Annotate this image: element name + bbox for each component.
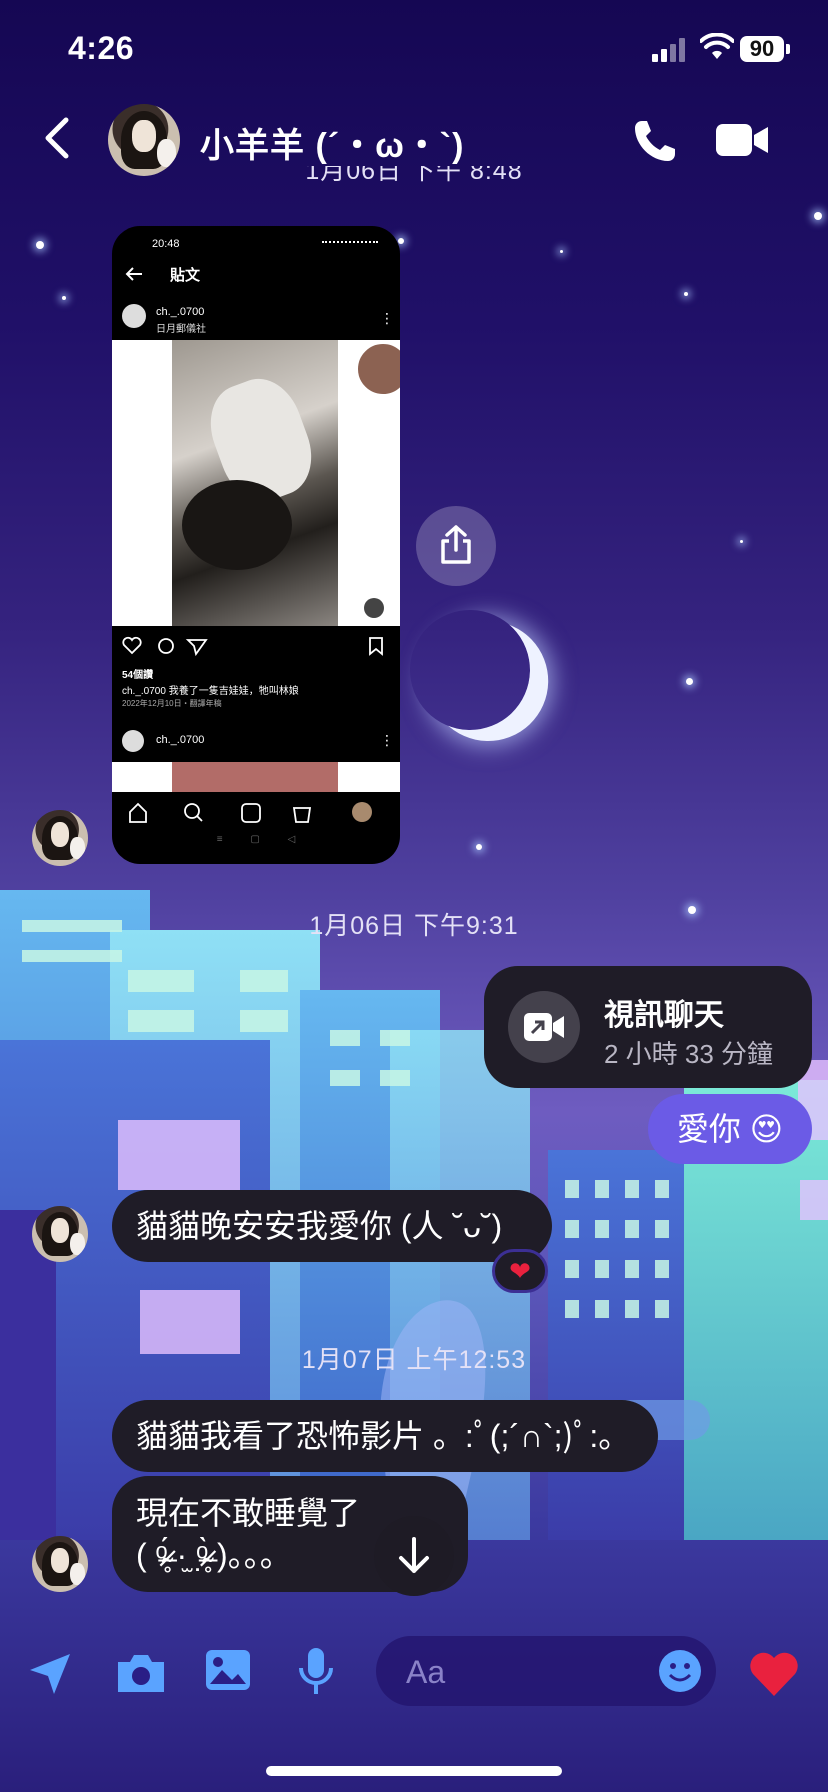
mute-icon — [364, 598, 384, 618]
send-location-icon[interactable] — [26, 1650, 74, 1698]
arrow-left-icon — [125, 267, 142, 281]
microphone-icon[interactable] — [296, 1646, 336, 1698]
shot-caption-date: 2022年12月10日・翻譯年稿 — [122, 699, 222, 708]
chevron-left-icon[interactable] — [38, 114, 82, 162]
shot-post-subtitle: 日月郵儀社 — [156, 324, 206, 335]
share-icon — [441, 525, 471, 564]
shot-status-icons — [322, 238, 382, 248]
shot-action-icons — [122, 636, 208, 656]
video-call-title: 視訊聊天 — [604, 999, 724, 1032]
shot-sticker — [356, 342, 400, 396]
shot-avatar-2 — [122, 730, 144, 752]
arrow-down-icon — [399, 1537, 429, 1573]
shot-likes: 54個讚 — [122, 670, 154, 681]
wifi-icon — [700, 33, 734, 59]
emoji-icon[interactable] — [658, 1649, 702, 1693]
video-call-icon — [524, 1013, 564, 1041]
video-call-icon-circle — [508, 991, 580, 1063]
shot-post-image — [112, 340, 400, 626]
shot-caption: ch._.0700 我養了一隻吉娃娃，牠叫林娘 — [122, 686, 299, 697]
message-input-placeholder: Aa — [406, 1654, 446, 1690]
video-call-card[interactable]: 視訊聊天 2 小時 33 分鐘 — [484, 966, 812, 1088]
shot-system-nav: ≡ ▢ ◁ — [216, 834, 296, 845]
shot-page-title: 貼文 — [170, 267, 201, 284]
shot-post-user: ch._.0700 — [156, 306, 205, 318]
shot-next-image — [112, 762, 400, 792]
camera-icon[interactable] — [114, 1650, 168, 1696]
star — [476, 844, 482, 850]
star — [36, 241, 44, 249]
star — [560, 250, 563, 253]
message-input[interactable]: Aa — [376, 1636, 716, 1706]
incoming-message[interactable]: 貓貓晚安安我愛你 (人 ˘ᴗ˘) — [112, 1190, 552, 1262]
contact-avatar-small[interactable] — [32, 1206, 88, 1262]
contact-name[interactable]: 小羊羊 (´・ω・`) — [200, 118, 464, 167]
home-indicator — [266, 1766, 562, 1776]
timestamp-clipped: 1月06日 下午 8:48 — [305, 166, 523, 185]
incoming-message[interactable]: 貓貓我看了恐怖影片 。:ﾟ(;´∩`;)ﾟ:。 — [112, 1400, 658, 1472]
scroll-to-bottom-button[interactable] — [374, 1516, 454, 1596]
contact-avatar-small[interactable] — [32, 1536, 88, 1592]
star — [62, 296, 66, 300]
heart-icon[interactable] — [748, 1650, 800, 1698]
bookmark-icon — [369, 637, 383, 656]
video-call-duration: 2 小時 33 分鐘 — [604, 1039, 774, 1069]
shot-nav-icons — [129, 802, 372, 823]
video-camera-icon[interactable] — [716, 122, 770, 158]
outgoing-message[interactable]: 愛你 😍 — [648, 1094, 812, 1164]
photo-icon[interactable] — [204, 1648, 252, 1694]
phone-icon[interactable] — [632, 118, 678, 164]
cellular-signal-icon — [652, 38, 690, 62]
battery-indicator: 90 — [740, 36, 790, 62]
timestamp: 1月06日 下午9:31 — [309, 912, 519, 940]
heart-reaction[interactable]: ❤ — [492, 1249, 548, 1293]
more-icon: ⋮ — [380, 732, 394, 748]
star — [684, 292, 688, 296]
crescent-moon — [400, 600, 539, 739]
timestamp: 1月07日 上午12:53 — [301, 1346, 527, 1374]
more-icon: ⋮ — [380, 310, 394, 326]
star — [398, 238, 404, 244]
status-time: 4:26 — [68, 30, 135, 66]
share-button[interactable] — [416, 506, 496, 586]
shot-next-user: ch._.0700 — [156, 734, 205, 746]
star — [740, 540, 743, 543]
star — [814, 212, 822, 220]
star — [686, 678, 693, 685]
status-bar: 4:26 90 — [0, 0, 828, 96]
shot-status-time: 20:48 — [152, 238, 180, 250]
shot-avatar — [122, 304, 146, 328]
contact-avatar-small[interactable] — [32, 810, 88, 866]
shared-image[interactable]: 20:48 貼文 ch._.0700 日月郵儀社 ⋮ 54個讚 ch._.070… — [112, 226, 400, 864]
